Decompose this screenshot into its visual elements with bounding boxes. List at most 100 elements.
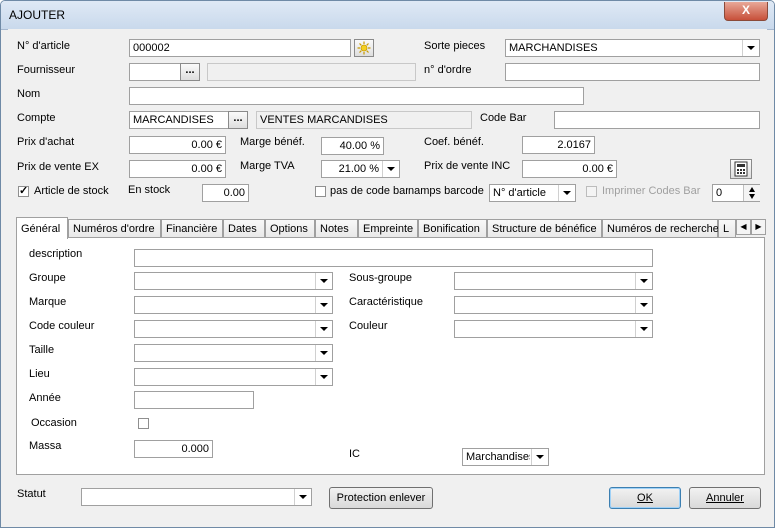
add-article-window: AJOUTER X N° d'article 000002 Sorte piec… bbox=[0, 0, 775, 528]
article-number-field[interactable]: 000002 bbox=[129, 39, 351, 57]
champs-barcode-label: namps barcode bbox=[408, 185, 484, 197]
ordre-number-field[interactable] bbox=[505, 63, 760, 81]
groupe-select[interactable] bbox=[134, 272, 333, 290]
prix-vente-ex-label: Prix de vente EX bbox=[17, 161, 99, 173]
annuler-button[interactable]: Annuler bbox=[689, 487, 761, 509]
occasion-label: Occasion bbox=[31, 417, 77, 429]
description-field[interactable] bbox=[134, 249, 653, 267]
code-bar-field[interactable] bbox=[554, 111, 760, 129]
tab-bonification[interactable]: Bonification bbox=[418, 219, 487, 238]
en-stock-label: En stock bbox=[128, 184, 171, 196]
chevron-down-icon[interactable] bbox=[635, 297, 652, 313]
marge-tva-select[interactable]: 21.00 % bbox=[321, 160, 400, 178]
generate-number-button[interactable] bbox=[354, 39, 374, 57]
pas-code-bar-label: pas de code bar bbox=[330, 185, 408, 197]
en-stock-field[interactable]: 0.00 bbox=[202, 184, 249, 202]
chevron-down-icon[interactable] bbox=[294, 489, 311, 505]
chevron-down-icon[interactable] bbox=[315, 345, 332, 361]
nom-label: Nom bbox=[17, 88, 41, 100]
annee-field[interactable] bbox=[134, 391, 254, 409]
tab-strip: Général Numéros d'ordre Financière Dates… bbox=[16, 217, 768, 239]
imprimer-codes-bar-checkbox[interactable] bbox=[586, 186, 597, 197]
caracteristique-select[interactable] bbox=[454, 296, 653, 314]
champs-barcode-value: N° d'article bbox=[493, 187, 546, 199]
ic-select[interactable]: Marchandises bbox=[462, 448, 549, 466]
calculator-button[interactable] bbox=[730, 159, 752, 179]
ok-button[interactable]: OK bbox=[609, 487, 681, 509]
general-tab-panel: description Groupe Marque Code couleur T… bbox=[16, 237, 765, 475]
chevron-down-icon[interactable] bbox=[742, 40, 759, 56]
fournisseur-field[interactable] bbox=[129, 63, 181, 81]
code-bar-label: Code Bar bbox=[480, 112, 527, 124]
tab-options[interactable]: Options bbox=[265, 219, 315, 238]
ellipsis-icon: ... bbox=[185, 64, 195, 76]
sparkle-icon bbox=[357, 41, 371, 55]
chevron-down-icon[interactable] bbox=[531, 449, 548, 465]
lieu-select[interactable] bbox=[134, 368, 333, 386]
tab-l[interactable]: L bbox=[718, 219, 736, 238]
calculator-icon bbox=[734, 161, 748, 177]
code-couleur-select[interactable] bbox=[134, 320, 333, 338]
fournisseur-name-display bbox=[207, 63, 416, 81]
sorte-pieces-select[interactable]: MARCHANDISES bbox=[505, 39, 760, 57]
couleur-label: Couleur bbox=[349, 320, 388, 332]
chevron-down-icon[interactable] bbox=[315, 321, 332, 337]
ordre-number-label: n° d'ordre bbox=[424, 64, 472, 76]
sous-groupe-select[interactable] bbox=[454, 272, 653, 290]
prix-vente-inc-field[interactable]: 0.00 € bbox=[522, 160, 617, 178]
chevron-down-icon[interactable] bbox=[382, 161, 399, 177]
protection-enlever-button[interactable]: Protection enlever bbox=[329, 487, 433, 509]
tab-empreinte[interactable]: Empreinte bbox=[358, 219, 418, 238]
compte-field[interactable]: MARCANDISES bbox=[129, 111, 229, 129]
tab-dates[interactable]: Dates bbox=[223, 219, 265, 238]
fournisseur-browse-button[interactable]: ... bbox=[180, 63, 200, 81]
close-button[interactable]: X bbox=[724, 2, 768, 21]
chevron-down-icon[interactable] bbox=[315, 369, 332, 385]
marge-benef-label: Marge bénéf. bbox=[240, 136, 305, 148]
arrow-right-icon: ▶ bbox=[755, 222, 762, 231]
coef-benef-field[interactable]: 2.0167 bbox=[522, 136, 595, 154]
chevron-down-icon[interactable] bbox=[635, 273, 652, 289]
chevron-down-icon[interactable] bbox=[558, 185, 575, 201]
article-stock-label: Article de stock bbox=[34, 185, 109, 197]
nom-field[interactable] bbox=[129, 87, 584, 105]
ok-button-label: OK bbox=[637, 492, 653, 504]
spinner-arrows-icon[interactable] bbox=[743, 185, 760, 201]
tab-numeros-recherche[interactable]: Numéros de recherche bbox=[602, 219, 719, 238]
compte-browse-button[interactable]: ... bbox=[228, 111, 248, 129]
champs-barcode-select[interactable]: N° d'article bbox=[489, 184, 576, 202]
tab-structure-benefice[interactable]: Structure de bénéfice bbox=[487, 219, 602, 238]
chevron-down-icon[interactable] bbox=[315, 297, 332, 313]
prix-achat-field[interactable]: 0.00 € bbox=[129, 136, 226, 154]
tab-scroll-right-button[interactable]: ▶ bbox=[751, 219, 766, 235]
chevron-down-icon[interactable] bbox=[315, 273, 332, 289]
prix-vente-ex-field[interactable]: 0.00 € bbox=[129, 160, 226, 178]
marge-benef-field[interactable]: 40.00 % bbox=[321, 137, 384, 155]
ic-value: Marchandises bbox=[466, 451, 530, 463]
occasion-checkbox[interactable] bbox=[138, 418, 149, 429]
window-title: AJOUTER bbox=[9, 8, 66, 22]
marque-select[interactable] bbox=[134, 296, 333, 314]
statut-select[interactable] bbox=[81, 488, 312, 506]
imprimer-codes-bar-label: Imprimer Codes Bar bbox=[602, 185, 701, 197]
pas-code-bar-checkbox[interactable] bbox=[315, 186, 326, 197]
annee-label: Année bbox=[29, 392, 61, 404]
chevron-down-icon[interactable] bbox=[635, 321, 652, 337]
ic-label: IC bbox=[349, 448, 360, 460]
couleur-select[interactable] bbox=[454, 320, 653, 338]
lieu-label: Lieu bbox=[29, 368, 50, 380]
article-stock-checkbox[interactable] bbox=[18, 184, 29, 197]
taille-select[interactable] bbox=[134, 344, 333, 362]
coef-benef-label: Coef. bénéf. bbox=[424, 136, 484, 148]
prix-achat-label: Prix d'achat bbox=[17, 136, 75, 148]
tab-notes[interactable]: Notes bbox=[315, 219, 358, 238]
tab-numeros-ordre[interactable]: Numéros d'ordre bbox=[68, 219, 161, 238]
title-bar: AJOUTER X bbox=[1, 1, 774, 30]
massa-field[interactable]: 0.000 bbox=[134, 440, 213, 458]
tab-general[interactable]: Général bbox=[16, 217, 68, 239]
tab-scroll-left-button[interactable]: ◀ bbox=[736, 219, 751, 235]
taille-label: Taille bbox=[29, 344, 55, 356]
marque-label: Marque bbox=[29, 296, 67, 308]
tab-financiere[interactable]: Financière bbox=[161, 219, 223, 238]
massa-label: Massa bbox=[29, 440, 62, 452]
